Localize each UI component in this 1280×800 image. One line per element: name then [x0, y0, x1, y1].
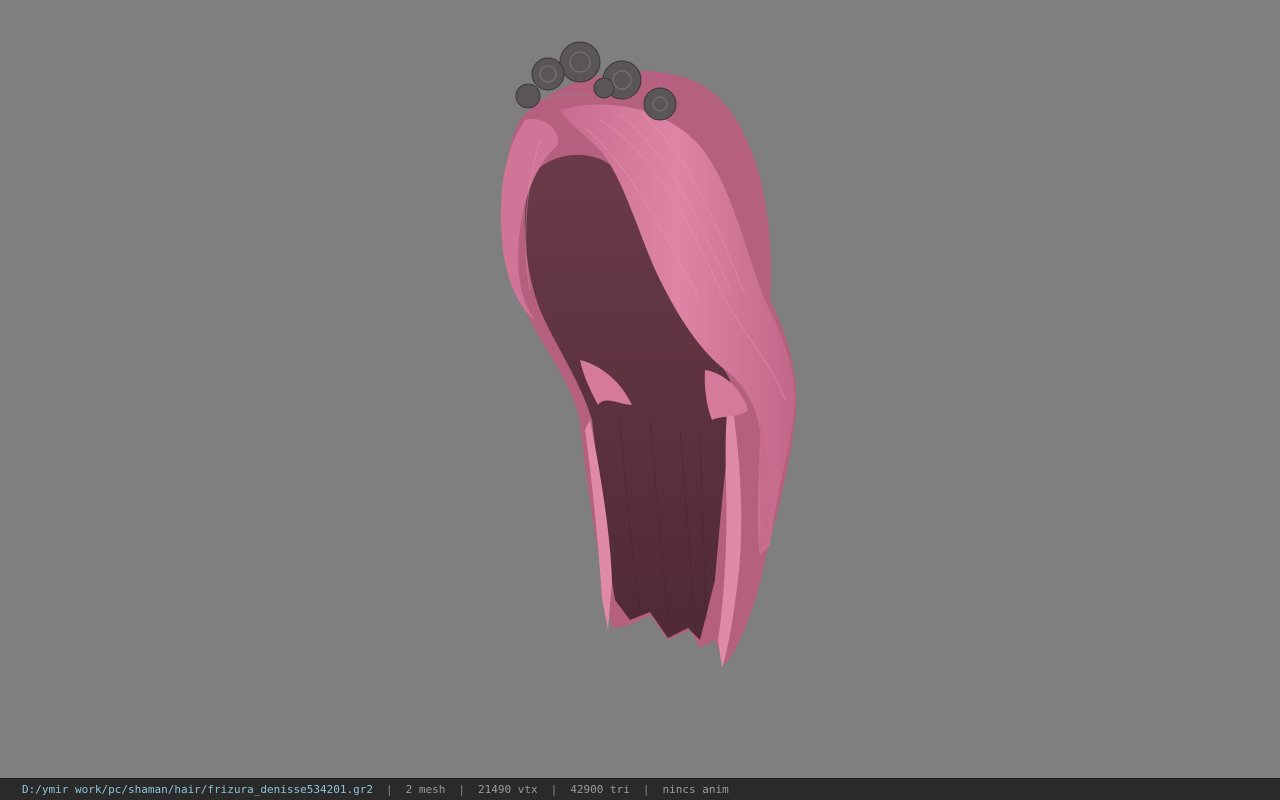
- anim-status: nincs anim: [662, 783, 729, 796]
- status-separator: |: [458, 783, 465, 796]
- mesh-count: 2 mesh: [405, 783, 446, 796]
- status-separator: |: [550, 783, 558, 796]
- hair-model-render: [500, 41, 797, 668]
- file-path: D:/ymir work/pc/shaman/hair/frizura_deni…: [22, 783, 373, 796]
- status-separator: |: [386, 783, 393, 796]
- vertex-count: 21490 vtx: [478, 783, 538, 796]
- 3d-viewport[interactable]: [0, 0, 1280, 778]
- triangle-count: 42900 tri: [570, 783, 630, 796]
- status-bar: D:/ymir work/pc/shaman/hair/frizura_deni…: [0, 778, 1280, 800]
- status-separator: |: [642, 783, 650, 796]
